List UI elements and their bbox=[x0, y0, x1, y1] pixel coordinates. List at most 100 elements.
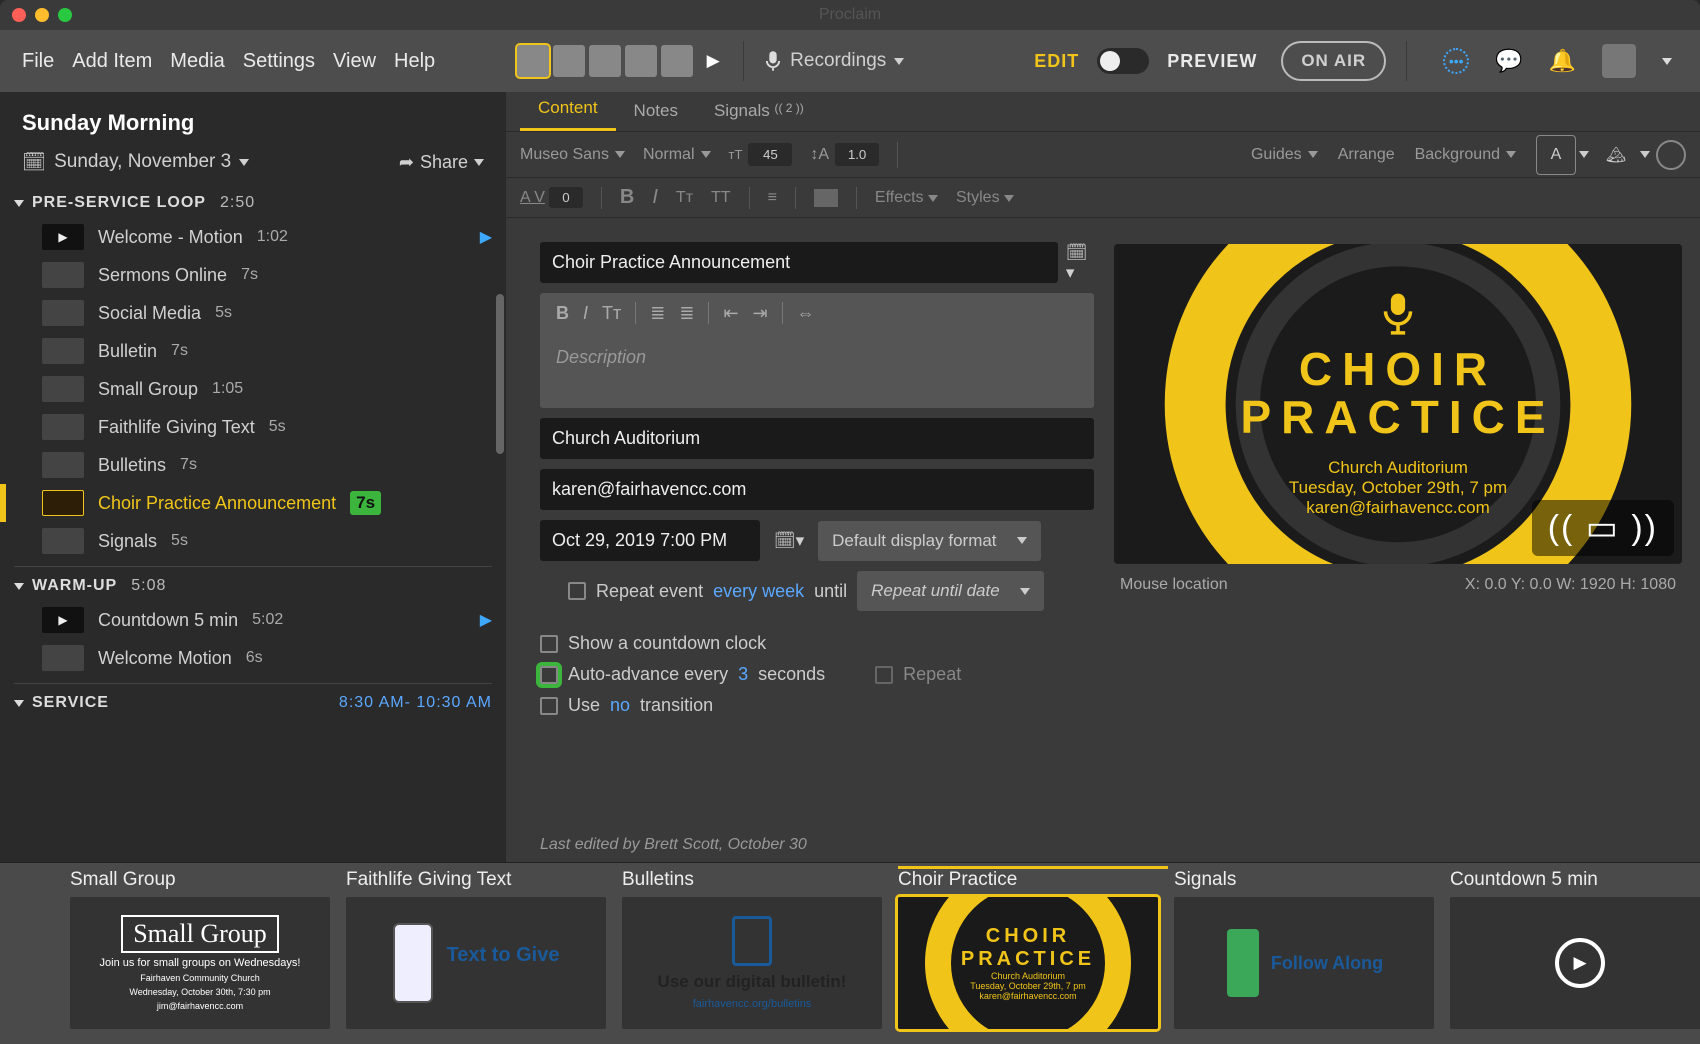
sidebar-item[interactable]: Welcome - Motion1:02▶ bbox=[0, 218, 506, 256]
avatar[interactable] bbox=[661, 45, 693, 77]
allcaps-button[interactable]: TT bbox=[711, 189, 731, 207]
avatar[interactable] bbox=[589, 45, 621, 77]
auto-advance-checkbox[interactable] bbox=[540, 666, 558, 684]
bold-button[interactable]: B bbox=[556, 303, 569, 324]
repeat-event-checkbox[interactable] bbox=[568, 582, 586, 600]
sidebar-item[interactable]: Signals5s bbox=[0, 522, 506, 560]
sidebar-section-header[interactable]: SERVICE8:30 AM- 10:30 AM bbox=[0, 684, 506, 718]
minimize-icon[interactable] bbox=[35, 8, 49, 22]
carousel-card[interactable]: Countdown 5 min▶ bbox=[1450, 869, 1700, 1029]
color-swatch[interactable] bbox=[814, 189, 838, 207]
carousel-card[interactable]: Choir PracticeCHOIRPRACTICEChurch Audito… bbox=[898, 866, 1168, 1029]
tab-content[interactable]: Content bbox=[520, 88, 616, 131]
list-button[interactable]: ≣ bbox=[650, 303, 665, 324]
outdent-button[interactable]: ⇤ bbox=[723, 303, 738, 324]
chevron-down-icon[interactable] bbox=[1662, 58, 1672, 65]
target-icon[interactable]: ••• bbox=[1443, 48, 1469, 74]
presentation-title[interactable]: Sunday Morning bbox=[22, 110, 484, 136]
case-button[interactable]: Tᴛ bbox=[676, 189, 693, 207]
menu-view[interactable]: View bbox=[333, 50, 376, 73]
repeat-frequency[interactable]: every week bbox=[713, 581, 804, 602]
background-button[interactable]: Background bbox=[1415, 146, 1516, 164]
italic-button[interactable]: I bbox=[583, 303, 588, 324]
play-icon[interactable]: ▶ bbox=[480, 610, 492, 630]
carousel-card[interactable]: SignalsFollow Along bbox=[1174, 869, 1444, 1029]
refresh-icon[interactable] bbox=[1656, 140, 1686, 170]
tab-notes[interactable]: Notes bbox=[616, 91, 696, 131]
sidebar-item[interactable]: Welcome Motion6s bbox=[0, 639, 506, 677]
menu-add-item[interactable]: Add Item bbox=[72, 50, 152, 73]
close-icon[interactable] bbox=[12, 8, 26, 22]
bell-icon[interactable]: 🔔 bbox=[1549, 48, 1576, 74]
menu-help[interactable]: Help bbox=[394, 50, 435, 73]
sidebar-item[interactable]: Social Media5s bbox=[0, 294, 506, 332]
textbox-tool-icon[interactable]: A bbox=[1536, 135, 1576, 175]
play-icon[interactable]: ▶ bbox=[480, 227, 492, 247]
sidebar-item[interactable]: Small Group1:05 bbox=[0, 370, 506, 408]
avatar[interactable] bbox=[625, 45, 657, 77]
location-input[interactable] bbox=[540, 418, 1094, 459]
on-air-button[interactable]: ON AIR bbox=[1281, 41, 1386, 81]
sidebar-section-header[interactable]: PRE-SERVICE LOOP2:50 bbox=[0, 184, 506, 218]
font-size-input[interactable]: ᴛT bbox=[729, 143, 793, 166]
font-weight-select[interactable]: Normal bbox=[643, 146, 711, 164]
tracking-input[interactable]: A V bbox=[520, 187, 583, 208]
tracking-field[interactable] bbox=[549, 187, 583, 208]
font-size-field[interactable] bbox=[748, 143, 792, 166]
leading-field[interactable] bbox=[835, 143, 879, 166]
arrange-button[interactable]: Arrange bbox=[1338, 146, 1395, 164]
sidebar-item[interactable]: Faithlife Giving Text5s bbox=[0, 408, 506, 446]
slide-carousel[interactable]: Small GroupSmall GroupJoin us for small … bbox=[0, 862, 1700, 1044]
share-button[interactable]: ➦ Share bbox=[399, 152, 484, 173]
user-avatar[interactable] bbox=[1602, 44, 1636, 78]
edit-preview-toggle[interactable] bbox=[1097, 48, 1149, 74]
mode-preview[interactable]: PREVIEW bbox=[1167, 51, 1257, 72]
display-format-select[interactable]: Default display format bbox=[818, 521, 1040, 561]
auto-advance-seconds[interactable]: 3 bbox=[738, 664, 748, 685]
show-countdown-checkbox[interactable] bbox=[540, 635, 558, 653]
transition-type[interactable]: no bbox=[610, 695, 630, 716]
transition-checkbox[interactable] bbox=[540, 697, 558, 715]
guides-button[interactable]: Guides bbox=[1251, 146, 1318, 164]
announcement-title-input[interactable] bbox=[540, 242, 1058, 283]
menu-settings[interactable]: Settings bbox=[243, 50, 315, 73]
mode-edit[interactable]: EDIT bbox=[1034, 51, 1079, 72]
align-button[interactable]: ≡ bbox=[768, 189, 777, 207]
description-placeholder[interactable]: Description bbox=[540, 333, 1094, 408]
maximize-icon[interactable] bbox=[58, 8, 72, 22]
avatar[interactable] bbox=[553, 45, 585, 77]
menu-file[interactable]: File bbox=[22, 50, 54, 73]
menu-media[interactable]: Media bbox=[170, 50, 224, 73]
indent-button[interactable]: ⇥ bbox=[753, 303, 768, 324]
email-input[interactable] bbox=[540, 469, 1094, 510]
repeat-until-select[interactable]: Repeat until date bbox=[857, 571, 1044, 611]
datetime-input[interactable] bbox=[540, 520, 760, 561]
calendar-icon[interactable]: 🗓▾ bbox=[1066, 243, 1094, 283]
styles-button[interactable]: Styles bbox=[956, 189, 1014, 207]
leading-input[interactable]: ↕A bbox=[810, 143, 879, 166]
recordings-button[interactable]: Recordings bbox=[764, 50, 904, 72]
calendar-icon[interactable]: 🗓▾ bbox=[774, 531, 804, 551]
sidebar-section-header[interactable]: WARM-UP5:08 bbox=[0, 567, 506, 601]
effects-button[interactable]: Effects bbox=[875, 189, 938, 207]
sidebar-item[interactable]: Bulletin7s bbox=[0, 332, 506, 370]
sidebar-item[interactable]: Bulletins7s bbox=[0, 446, 506, 484]
avatar[interactable] bbox=[517, 45, 549, 77]
case-button[interactable]: Tᴛ bbox=[602, 303, 621, 324]
link-button[interactable]: ⇔ bbox=[797, 303, 815, 324]
description-editor[interactable]: B I Tᴛ ≣ ≣ ⇤ ⇥ ⇔ Description bbox=[540, 293, 1094, 408]
bold-button[interactable]: B bbox=[620, 186, 634, 209]
list-button[interactable]: ≣ bbox=[679, 303, 694, 324]
presentation-date[interactable]: 🗓 Sunday, November 3 bbox=[22, 150, 249, 174]
sidebar-item[interactable]: Sermons Online7s bbox=[0, 256, 506, 294]
play-icon[interactable]: ▶ bbox=[703, 51, 723, 71]
sidebar-item[interactable]: Choir Practice Announcement7s bbox=[0, 484, 506, 522]
slide-preview[interactable]: CHOIR PRACTICE Church Auditorium Tuesday… bbox=[1114, 244, 1682, 564]
tab-signals[interactable]: Signals (( 2 )) bbox=[696, 91, 822, 131]
sidebar-item[interactable]: Countdown 5 min5:02▶ bbox=[0, 601, 506, 639]
carousel-card[interactable]: BulletinsUse our digital bulletin!fairha… bbox=[622, 869, 892, 1029]
chat-icon[interactable]: 💬 bbox=[1495, 48, 1522, 74]
carousel-card[interactable]: Faithlife Giving TextText to Give360-555… bbox=[346, 869, 616, 1029]
carousel-card[interactable]: Small GroupSmall GroupJoin us for small … bbox=[70, 869, 340, 1029]
italic-button[interactable]: I bbox=[652, 186, 658, 209]
